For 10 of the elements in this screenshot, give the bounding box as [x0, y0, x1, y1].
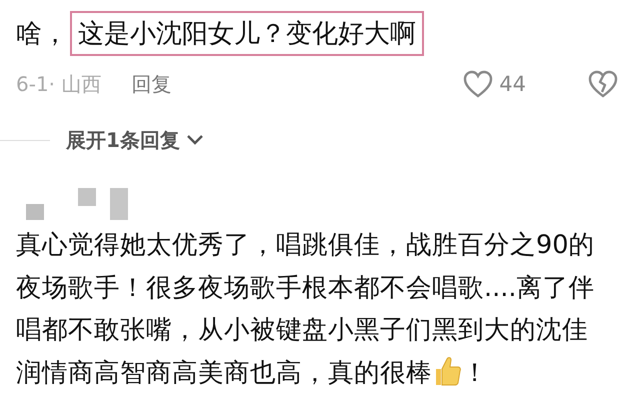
broken-heart-icon[interactable] — [588, 70, 618, 98]
comment-date-location: 6-1· 山西 — [16, 70, 102, 98]
chevron-down-icon — [186, 134, 204, 146]
comment-text: 啥， — [16, 18, 68, 50]
like-count: 44 — [499, 72, 526, 96]
heart-icon[interactable] — [463, 70, 494, 98]
reply-link[interactable]: 回复 — [131, 70, 172, 98]
expand-replies-link[interactable]: 展开1条回复 — [66, 126, 204, 154]
highlighted-text: 这是小沈阳女儿？变化好大啊 — [70, 10, 424, 56]
comment-text: 真心觉得她太优秀了，唱跳俱佳，战胜百分之90的夜场歌手！很多夜场歌手根本都不会唱歌....离了伴唱都不敢张嘴，从小被键盘小黑子们黑到大的沈佳润情商高智商高美商也高，真的很棒 ！ — [16, 229, 596, 390]
